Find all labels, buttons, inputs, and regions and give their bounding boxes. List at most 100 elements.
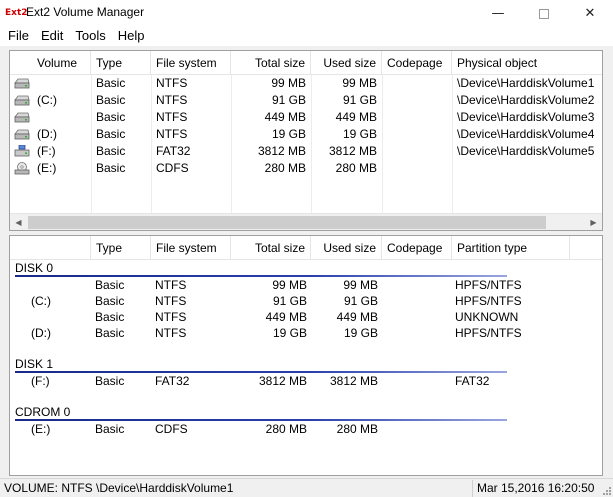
cell-used-size: 99 MB xyxy=(343,278,378,292)
partition-row[interactable]: (E:) Basic CDFS 280 MB 280 MB xyxy=(10,421,602,438)
col-physical-object[interactable]: Physical object xyxy=(452,51,602,75)
hard-drive-icon xyxy=(14,94,30,107)
window-title: Ext2 Volume Manager xyxy=(26,5,145,19)
cell-filesystem: NTFS xyxy=(156,76,188,90)
cell-volume: (E:) xyxy=(37,161,57,175)
volume-row[interactable]: (E:) Basic CDFS 280 MB 280 MB xyxy=(10,160,602,177)
cell-codepage xyxy=(387,421,452,438)
title-bar: Ext2 Ext2 Volume Manager — ✕ xyxy=(0,0,613,27)
cell-filesystem: NTFS xyxy=(155,294,187,308)
cell-filesystem: NTFS xyxy=(156,93,188,107)
cell-type: Basic xyxy=(95,278,125,292)
cell-codepage xyxy=(387,373,452,390)
col-filesystem[interactable]: File system xyxy=(151,236,231,260)
cell-used-size: 91 GB xyxy=(342,93,377,107)
cell-volume: (D:) xyxy=(31,326,51,340)
volume-list[interactable]: Volume Type File system Total size Used … xyxy=(9,50,603,231)
menu-file[interactable]: File xyxy=(0,27,35,46)
cell-volume: (F:) xyxy=(37,144,56,158)
col-volume[interactable]: Volume xyxy=(10,51,91,75)
cell-type: Basic xyxy=(96,93,126,107)
grid-line xyxy=(452,75,453,213)
cell-codepage xyxy=(387,126,452,143)
col-volume-blank[interactable] xyxy=(10,236,91,260)
cell-type: Basic xyxy=(96,161,126,175)
col-codepage[interactable]: Codepage xyxy=(382,236,452,260)
col-total-size[interactable]: Total size xyxy=(231,51,311,75)
menu-edit[interactable]: Edit xyxy=(35,27,69,46)
cell-physical-object: \Device\HarddiskVolume3 xyxy=(457,110,595,124)
col-codepage[interactable]: Codepage xyxy=(382,51,452,75)
cell-used-size: 280 MB xyxy=(335,161,377,175)
grid-line xyxy=(151,75,152,213)
maximize-icon xyxy=(539,8,549,19)
cell-used-size: 280 MB xyxy=(336,422,378,436)
cell-total-size: 449 MB xyxy=(264,110,306,124)
cell-filesystem: FAT32 xyxy=(156,144,191,158)
volume-row[interactable]: Basic NTFS 99 MB 99 MB \Device\HarddiskVolum… xyxy=(10,75,602,92)
partition-row[interactable]: (F:) Basic FAT32 3812 MB 3812 MB FAT32 xyxy=(10,373,602,390)
cell-used-size: 3812 MB xyxy=(329,374,378,388)
horizontal-scrollbar[interactable]: ◀ ▶ xyxy=(10,213,602,230)
col-partition-type[interactable]: Partition type xyxy=(452,236,570,260)
volume-row[interactable]: (F:) Basic FAT32 3812 MB 3812 MB \Device\Hard… xyxy=(10,143,602,160)
cell-partition-type: FAT32 xyxy=(455,374,490,388)
col-type[interactable]: Type xyxy=(91,51,151,75)
volume-list-header: Volume Type File system Total size Used … xyxy=(10,51,602,75)
col-filesystem[interactable]: File system xyxy=(151,51,231,75)
cell-total-size: 91 GB xyxy=(272,294,307,308)
maximize-button[interactable] xyxy=(521,0,567,27)
cell-volume: (E:) xyxy=(31,422,51,436)
scroll-right-icon[interactable]: ▶ xyxy=(585,214,602,230)
cell-partition-type: UNKNOWN xyxy=(455,310,519,324)
scroll-thumb[interactable] xyxy=(28,216,546,229)
cell-total-size: 3812 MB xyxy=(258,374,307,388)
cell-used-size: 449 MB xyxy=(335,110,377,124)
col-type[interactable]: Type xyxy=(91,236,151,260)
minimize-button[interactable]: — xyxy=(475,0,521,27)
cell-partition-type: HPFS/NTFS xyxy=(455,278,522,292)
cell-type: Basic xyxy=(95,326,125,340)
cell-total-size: 19 GB xyxy=(271,127,306,141)
cell-total-size: 280 MB xyxy=(264,161,306,175)
cell-filesystem: NTFS xyxy=(156,127,188,141)
close-button[interactable]: ✕ xyxy=(567,0,613,27)
cell-used-size: 449 MB xyxy=(336,310,378,324)
volume-row[interactable]: Basic NTFS 449 MB 449 MB \Device\HarddiskVol… xyxy=(10,109,602,126)
col-total-size[interactable]: Total size xyxy=(231,236,311,260)
partition-row[interactable]: Basic NTFS 99 MB 99 MB HPFS/NTFS xyxy=(10,277,602,294)
partition-row[interactable]: (D:) Basic NTFS 19 GB 19 GB HPFS/NTFS xyxy=(10,325,602,342)
resize-grip-icon[interactable] xyxy=(601,485,611,495)
cell-volume: (D:) xyxy=(37,127,57,141)
volume-row[interactable]: (D:) Basic NTFS 19 GB 19 GB \Device\HarddiskV… xyxy=(10,126,602,143)
partition-row[interactable]: (C:) Basic NTFS 91 GB 91 GB HPFS/NTFS xyxy=(10,293,602,310)
cell-type: Basic xyxy=(95,310,125,324)
cell-partition-type xyxy=(455,421,570,438)
disk-list[interactable]: Type File system Total size Used size Co… xyxy=(9,235,603,476)
cell-filesystem: CDFS xyxy=(155,422,188,436)
cell-physical-object: \Device\HarddiskVolume4 xyxy=(457,127,595,141)
col-used-size[interactable]: Used size xyxy=(311,51,382,75)
menu-bar: File Edit Tools Help xyxy=(0,27,613,46)
cell-filesystem: NTFS xyxy=(156,110,188,124)
cell-codepage xyxy=(387,75,452,92)
hard-drive-icon xyxy=(14,77,30,90)
app-icon: Ext2 xyxy=(5,8,28,18)
cell-volume xyxy=(37,109,91,126)
cell-codepage xyxy=(387,309,452,326)
cell-filesystem: NTFS xyxy=(155,310,187,324)
menu-tools[interactable]: Tools xyxy=(69,27,111,46)
col-used-size[interactable]: Used size xyxy=(311,236,382,260)
volume-row[interactable]: (C:) Basic NTFS 91 GB 91 GB \Device\HarddiskV… xyxy=(10,92,602,109)
partition-row[interactable]: Basic NTFS 449 MB 449 MB UNKNOWN xyxy=(10,309,602,326)
cell-volume xyxy=(37,75,91,92)
menu-help[interactable]: Help xyxy=(112,27,151,46)
cell-type: Basic xyxy=(96,144,126,158)
status-bar: VOLUME: NTFS \Device\HarddiskVolume1 Mar… xyxy=(0,478,613,497)
cell-physical-object: \Device\HarddiskVolume2 xyxy=(457,93,595,107)
scroll-left-icon[interactable]: ◀ xyxy=(10,214,27,230)
cell-volume: (F:) xyxy=(31,374,50,388)
minimize-icon: — xyxy=(491,6,505,21)
close-icon: ✕ xyxy=(584,6,596,21)
cell-filesystem: CDFS xyxy=(156,161,189,175)
